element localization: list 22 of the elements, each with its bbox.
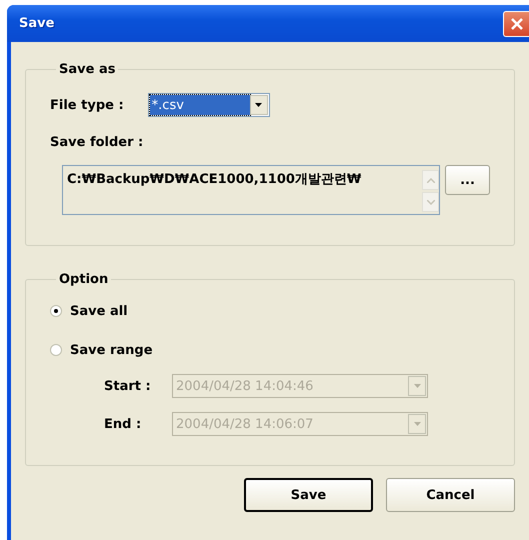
scroll-down-icon bbox=[422, 192, 439, 212]
radio-option[interactable]: Save all bbox=[50, 301, 514, 321]
save-folder-label: Save folder : bbox=[50, 135, 144, 150]
group-title: Option bbox=[58, 272, 110, 287]
caret-icon bbox=[255, 103, 262, 107]
radio-option[interactable]: Save range bbox=[50, 340, 514, 360]
range-label: End : bbox=[104, 416, 142, 432]
close-icon bbox=[510, 16, 524, 30]
cancel-button[interactable]: Cancel bbox=[386, 478, 515, 512]
folder-path-field[interactable]: C:₩Backup₩D₩ACE1000,1100개발관련₩ bbox=[62, 165, 440, 215]
file-type-dropdown[interactable]: *.csv bbox=[148, 93, 270, 117]
group-title: Save as bbox=[58, 62, 116, 77]
close-button[interactable] bbox=[503, 10, 529, 36]
browse-button[interactable]: ... bbox=[445, 165, 490, 195]
save-button[interactable]: Save bbox=[244, 478, 373, 512]
window-title: Save bbox=[19, 16, 54, 31]
file-type-label: File type : bbox=[50, 98, 124, 112]
caret-icon bbox=[414, 422, 420, 426]
caret-icon bbox=[414, 384, 420, 388]
range-label: Start : bbox=[104, 378, 152, 394]
dropdown-value: *.csv bbox=[150, 95, 250, 115]
scroll-up-icon bbox=[422, 170, 439, 190]
